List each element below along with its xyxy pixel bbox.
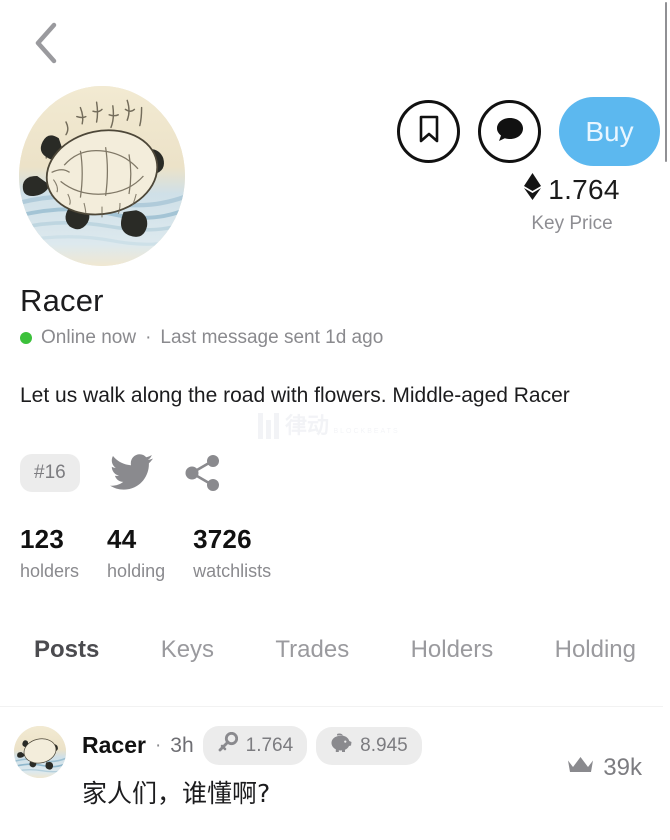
- tab-keys[interactable]: Keys: [161, 630, 214, 670]
- turtle-ukiyoe-avatar: [19, 86, 185, 266]
- ethereum-icon: [524, 173, 542, 207]
- turtle-ukiyoe-avatar: [14, 726, 66, 778]
- status-text: Online now: [41, 327, 137, 348]
- profile-screen: Buy 1.764 Key Price Racer Online now · L…: [0, 0, 670, 840]
- online-status-dot: [20, 332, 32, 344]
- tab-posts[interactable]: Posts: [34, 630, 99, 670]
- tab-holders[interactable]: Holders: [411, 630, 494, 670]
- post-bank-pill[interactable]: 8.945: [316, 726, 422, 765]
- stat-label: holders: [20, 561, 80, 581]
- scrollbar-track[interactable]: [663, 0, 670, 840]
- post-separator: ·: [154, 734, 162, 756]
- last-message-text: Last message sent 1d ago: [160, 327, 384, 348]
- profile-bio: Let us walk along the road with flowers.…: [20, 384, 570, 407]
- tab-trades[interactable]: Trades: [275, 630, 349, 670]
- watermark-subtext: BLOCKBEATS: [333, 427, 400, 435]
- crown-icon: [567, 754, 594, 782]
- stat-label: holding: [107, 561, 166, 581]
- post-timestamp: 3h: [170, 733, 194, 757]
- tab-divider: [0, 706, 670, 707]
- bookmark-button[interactable]: [397, 100, 460, 163]
- key-price-value: 1.764: [548, 174, 620, 205]
- stats-row: 123 holders 44 holding 3726 watchlists: [20, 524, 271, 582]
- post-key-value: 1.764: [245, 734, 294, 756]
- key-price: 1.764 Key Price: [492, 173, 652, 235]
- status-line: Online now · Last message sent 1d ago: [20, 327, 383, 349]
- profile-actions: Buy: [397, 97, 660, 166]
- watermark-text: 律动: [285, 412, 330, 438]
- chevron-left-icon: [33, 22, 59, 64]
- status-separator: ·: [145, 327, 152, 348]
- scrollbar-thumb[interactable]: [665, 2, 667, 162]
- back-button[interactable]: [18, 16, 74, 70]
- stat-value: 44: [107, 524, 137, 554]
- post-score-value: 39k: [603, 754, 642, 781]
- post-key-pill[interactable]: 1.764: [202, 726, 308, 765]
- piggy-bank-icon: [330, 733, 352, 759]
- buy-button[interactable]: Buy: [559, 97, 660, 166]
- share-icon[interactable]: [184, 454, 222, 492]
- tab-bar: Posts Keys Trades Holders Holding: [0, 630, 670, 670]
- watermark-bars-icon: [258, 413, 279, 439]
- post-score: 39k: [567, 754, 642, 782]
- stat-holders[interactable]: 123 holders: [20, 524, 79, 582]
- chat-bubble-icon: [495, 114, 525, 149]
- badge-row: #16: [20, 454, 222, 492]
- stat-label: watchlists: [193, 561, 272, 581]
- message-button[interactable]: [478, 100, 541, 163]
- stat-watchlists[interactable]: 3726 watchlists: [193, 524, 271, 582]
- post-author[interactable]: Racer: [82, 732, 146, 759]
- bookmark-icon: [418, 115, 440, 148]
- rank-badge[interactable]: #16: [20, 454, 80, 492]
- profile-avatar[interactable]: [19, 86, 185, 266]
- tab-holding[interactable]: Holding: [555, 630, 636, 670]
- post-bank-value: 8.945: [360, 734, 408, 756]
- twitter-icon[interactable]: [109, 454, 154, 492]
- stat-holding[interactable]: 44 holding: [107, 524, 165, 582]
- post-item[interactable]: Racer · 3h 1.764 8.945 家人们，谁懂啊?: [14, 726, 660, 810]
- key-icon: [217, 731, 238, 759]
- stat-value: 123: [20, 524, 64, 554]
- post-avatar[interactable]: [14, 726, 66, 778]
- key-price-caption: Key Price: [531, 213, 613, 234]
- stat-value: 3726: [193, 524, 252, 554]
- page-title: Racer: [20, 283, 104, 318]
